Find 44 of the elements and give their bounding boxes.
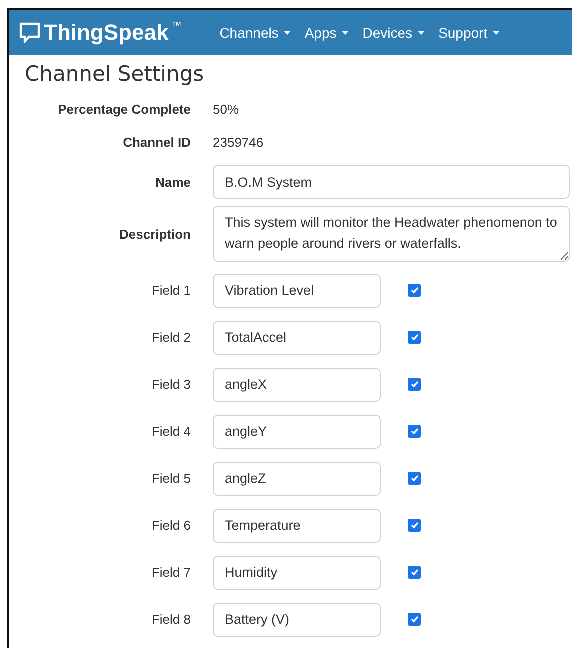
field-name-input[interactable]: angleY [213,414,381,448]
checkbox[interactable] [408,472,421,485]
field-label: Description [119,226,191,242]
chat-bubble-icon [19,22,41,44]
name-input[interactable]: B.O.M System [213,165,570,199]
field-label: Name [156,174,191,190]
field-name-input[interactable]: Battery (V) [213,602,381,636]
field-name-input[interactable]: angleZ [213,462,381,496]
checkbox[interactable] [408,331,421,344]
caret-icon [342,30,349,34]
field-label: Percentage Complete [58,102,191,116]
nav-menu[interactable]: Support [438,24,500,40]
field-label: Field 4 [152,424,191,439]
field-label: Channel ID [123,135,191,150]
nav-menu[interactable]: Channels [220,24,291,40]
checkbox[interactable] [408,284,421,297]
field-label: Field 3 [152,377,191,392]
brand-logo[interactable]: ThingSpeak [44,20,169,46]
nav-menu[interactable]: Apps [304,24,349,40]
caret-icon [418,30,425,34]
checkbox[interactable] [408,519,421,532]
field-label: Field 6 [152,518,191,533]
checkbox[interactable] [408,566,421,579]
trademark-mark: ™ [172,20,182,32]
field-value: 50% [213,102,240,116]
field-label: Field 8 [152,612,191,627]
field-label: Field 5 [152,471,191,486]
page-title: Channel Settings [25,62,206,86]
caret-icon [284,30,291,34]
field-name-input[interactable]: angleX [213,368,381,402]
field-name-input[interactable]: TotalAccel [213,320,381,354]
field-value: 2359746 [213,135,264,150]
caret-icon [492,30,500,34]
nav-menu[interactable]: Devices [362,24,425,40]
field-name-input[interactable]: Vibration Level [213,274,381,308]
checkbox[interactable] [408,425,421,438]
field-label: Field 2 [152,330,191,345]
field-label: Field 1 [152,283,191,298]
field-label: Field 7 [152,565,191,580]
checkbox[interactable] [408,378,421,391]
checkbox[interactable] [408,613,421,626]
field-name-input[interactable]: Temperature [213,508,381,542]
field-name-input[interactable]: Humidity [213,556,381,590]
description-input[interactable]: This system will monitor the Headwater phenomenon to warn people around rivers or waterfalls. [213,206,570,262]
